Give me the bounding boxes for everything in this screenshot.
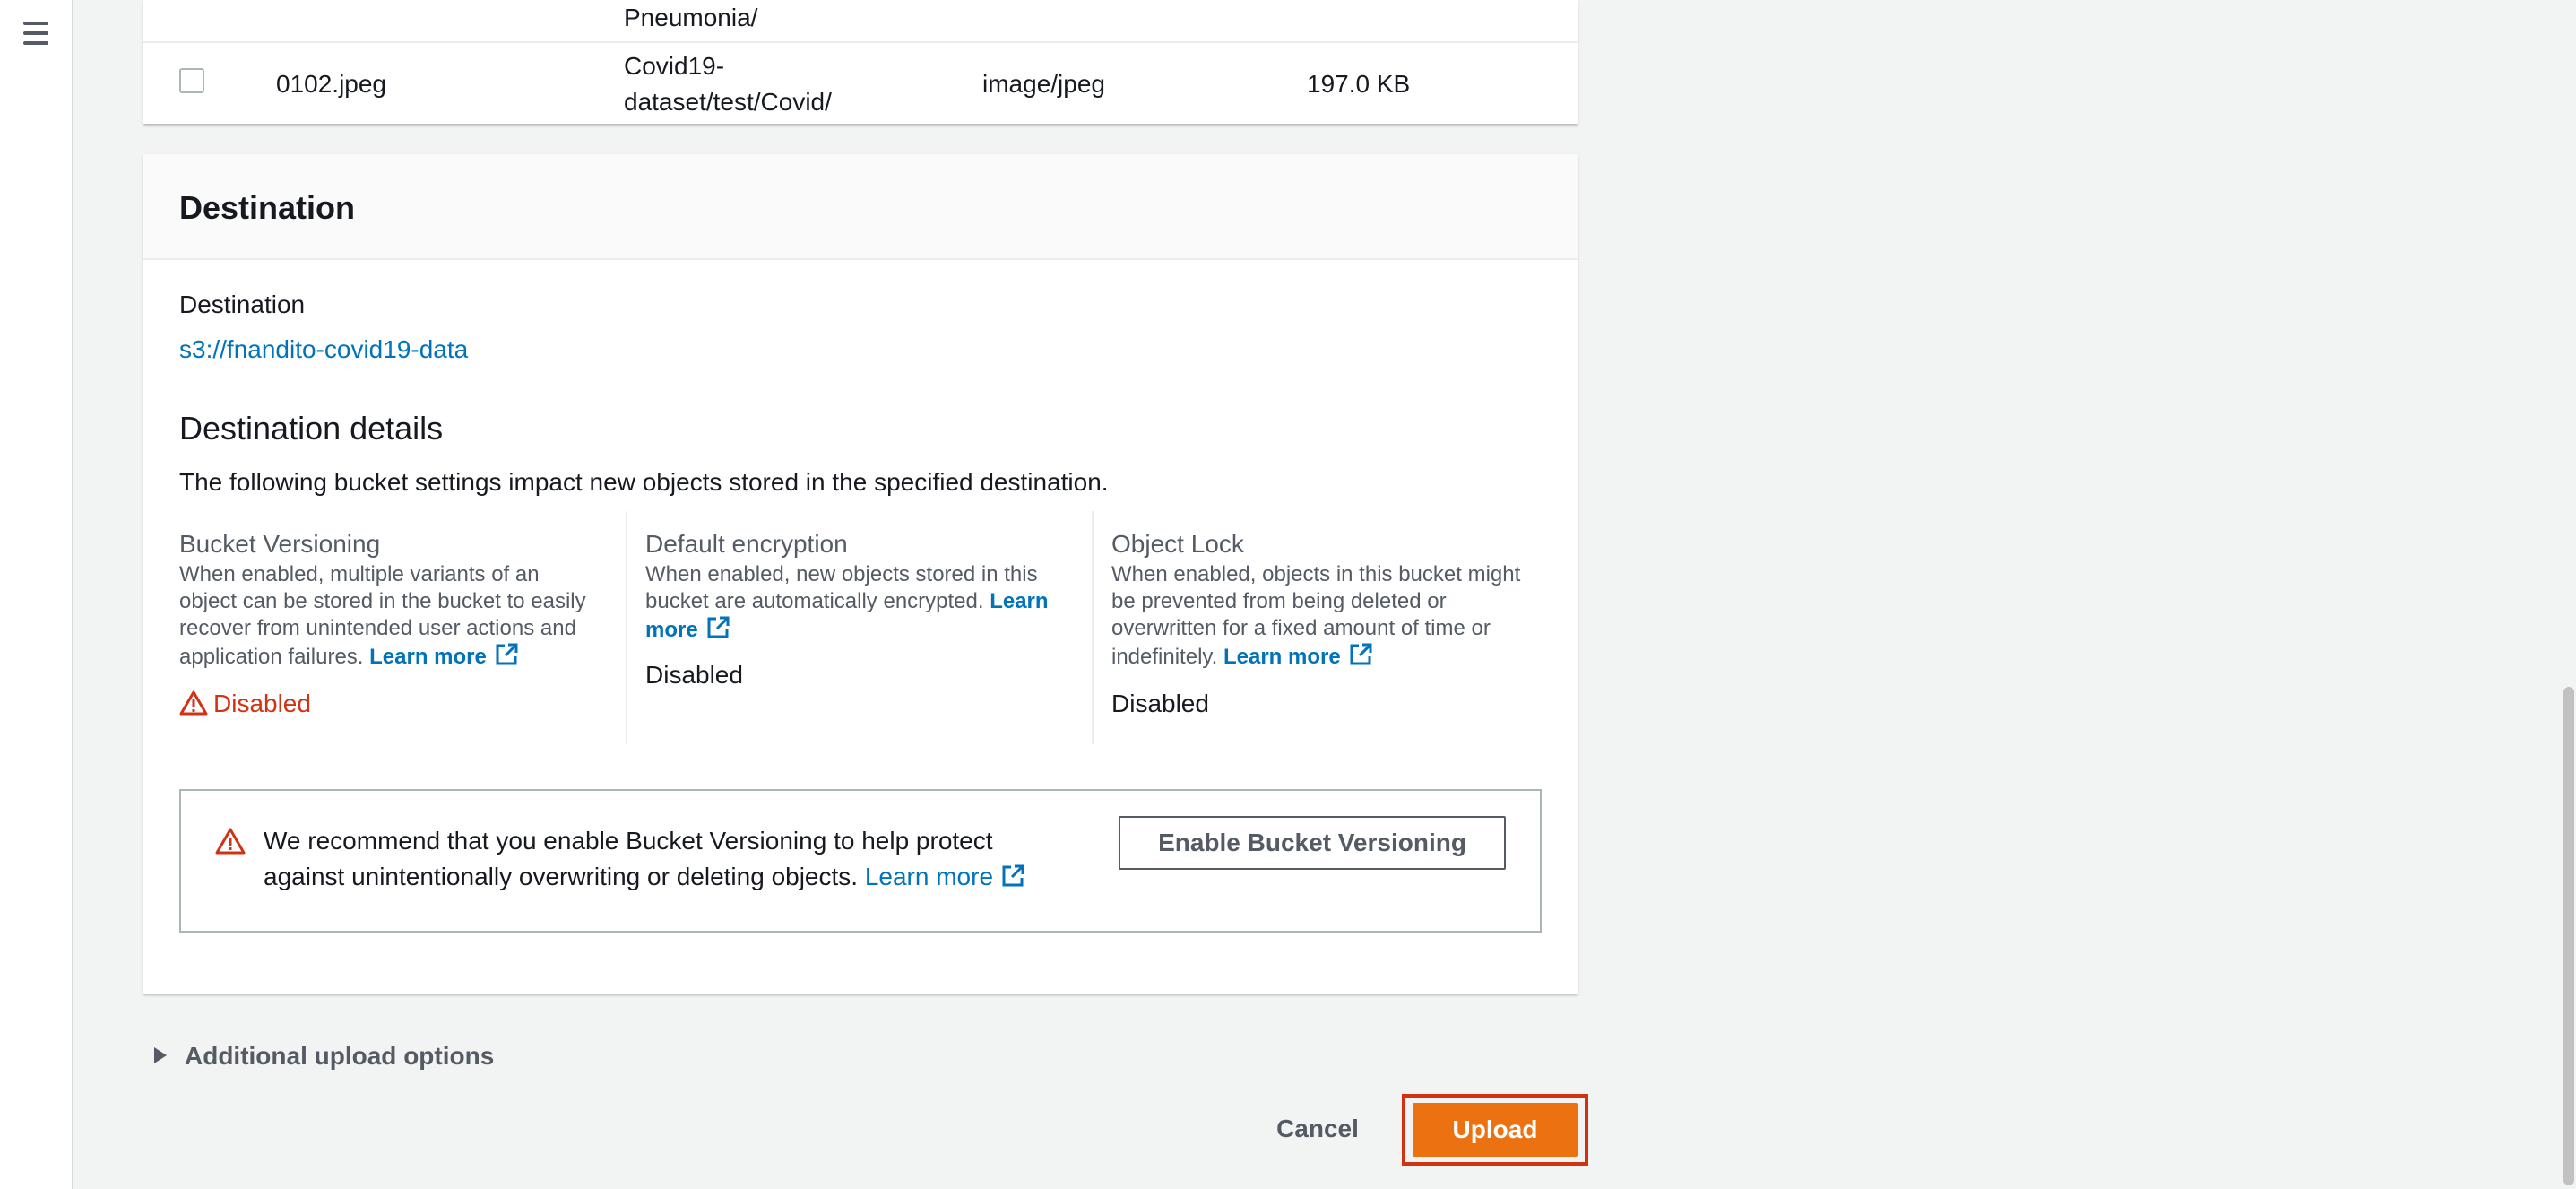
warning-line: We recommend that you enable Bucket Vers… [264,827,993,855]
table-cell-destination-line1: Covid19- [624,52,725,80]
warning-triangle-icon [179,690,208,724]
default-encryption-column: Default encryption When enabled, new obj… [645,529,1076,690]
description-line: When enabled, objects in this bucket mig… [1111,562,1521,586]
learn-more-link[interactable]: Learn more [369,645,487,669]
external-link-icon[interactable] [494,642,519,674]
files-table: Pneumonia/ 0102.jpeg Covid19- dataset/te… [143,0,1578,124]
learn-more-link[interactable]: Learn more [1223,645,1341,669]
bucket-versioning-column: Bucket Versioning When enabled, multiple… [179,529,609,724]
cancel-button[interactable]: Cancel [1255,1110,1380,1148]
description-line: more [645,615,1076,647]
object-lock-column: Object Lock When enabled, objects in thi… [1111,529,1542,719]
description-line: When enabled, multiple variants of an [179,562,540,586]
description-line: be prevented from being deleted or [1111,589,1447,613]
learn-more-link[interactable]: more [645,618,698,642]
object-lock-description: When enabled, objects in this bucket mig… [1111,561,1542,674]
side-navigation-rail [0,0,73,1189]
hamburger-menu-icon[interactable] [20,20,52,47]
external-link-icon[interactable] [1348,642,1373,674]
row-divider [143,41,1578,43]
external-link-icon[interactable] [705,615,730,647]
table-cell-type: image/jpeg [982,70,1105,98]
bucket-versioning-title: Bucket Versioning [179,530,381,558]
table-cell-destination-partial: Pneumonia/ [624,4,758,31]
external-link-icon[interactable] [1000,863,1025,898]
table-cell-size: 197.0 KB [1307,70,1411,98]
additional-upload-options-expander[interactable]: Additional upload options [154,1040,494,1072]
description-text: bucket are automatically encrypted. [645,589,984,613]
versioning-warning-alert: We recommend that you enable Bucket Vers… [179,789,1542,933]
description-line: indefinitely. Learn more [1111,642,1542,674]
column-divider [1092,511,1094,744]
description-line: overwritten for a fixed amount of time o… [1111,616,1491,640]
row-checkbox[interactable] [179,68,204,93]
description-line: bucket are automatically encrypted. Lear… [645,588,1076,615]
description-line: recover from unintended user actions and [179,616,576,640]
description-text: application failures. [179,645,364,669]
destination-bucket-link[interactable]: s3://fnandito-covid19-data [179,334,468,366]
bucket-versioning-status: Disabled [179,689,609,724]
column-divider [626,511,627,744]
learn-more-link[interactable]: Learn [990,589,1048,613]
description-line: object can be stored in the bucket to ea… [179,589,586,613]
default-encryption-status: Disabled [645,661,743,689]
warning-triangle-icon [215,827,246,860]
enable-bucket-versioning-button[interactable]: Enable Bucket Versioning [1119,816,1506,870]
default-encryption-title: Default encryption [645,530,848,558]
expander-label: Additional upload options [185,1042,495,1070]
status-value: Disabled [213,690,311,717]
warning-text: against unintentionally overwriting or d… [264,863,859,890]
table-cell-name: 0102.jpeg [276,70,387,98]
destination-details-title: Destination details [179,410,444,447]
caret-right-icon [154,1047,167,1063]
section-title: Destination [179,189,356,226]
destination-details-description: The following bucket settings impact new… [179,468,1109,496]
bucket-versioning-description: When enabled, multiple variants of an ob… [179,561,609,674]
warning-message: We recommend that you enable Bucket Vers… [264,823,1025,898]
description-line: When enabled, new objects stored in this [645,562,1038,586]
object-lock-title: Object Lock [1111,530,1244,558]
description-line: application failures. Learn more [179,642,609,674]
upload-button[interactable]: Upload [1413,1103,1578,1157]
warning-line: against unintentionally overwriting or d… [264,859,1025,898]
destination-label: Destination [179,291,306,318]
learn-more-link[interactable]: Learn more [865,863,993,890]
object-lock-status: Disabled [1111,690,1209,717]
description-text: indefinitely. [1111,645,1218,669]
scrollbar-thumb[interactable] [2563,687,2574,1185]
default-encryption-description: When enabled, new objects stored in this… [645,561,1076,647]
destination-panel: Destination Destination s3://fnandito-co… [143,154,1578,994]
destination-panel-header: Destination [143,154,1578,260]
table-cell-destination-line2: dataset/test/Covid/ [624,88,832,116]
